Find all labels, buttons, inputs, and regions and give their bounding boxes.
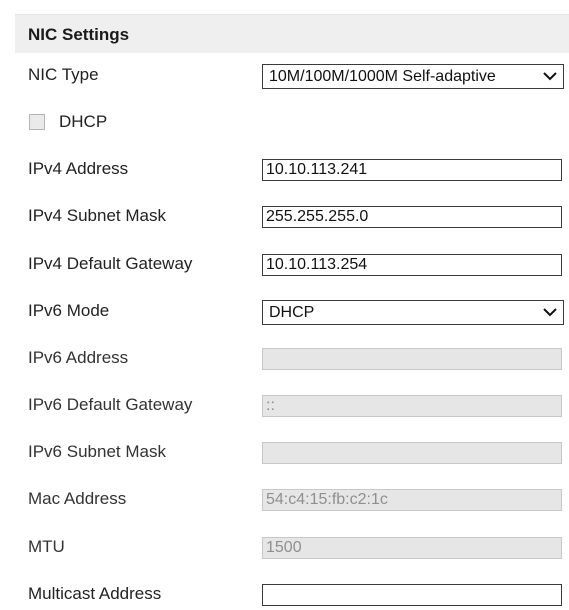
dhcp-checkbox[interactable] <box>29 114 45 130</box>
ipv6-gateway-label: IPv6 Default Gateway <box>28 395 193 414</box>
ipv6-subnet-label: IPv6 Subnet Mask <box>28 442 166 461</box>
ipv4-gateway-label: IPv4 Default Gateway <box>28 254 193 273</box>
dhcp-label: DHCP <box>59 112 108 131</box>
section-title: NIC Settings <box>28 25 130 44</box>
section-header: NIC Settings <box>15 14 569 53</box>
ipv6-gateway-input: :: <box>262 395 562 417</box>
nic-type-row: NIC Type 10M/100M/1000M Self-adaptive <box>15 61 569 91</box>
ipv4-subnet-label: IPv4 Subnet Mask <box>28 206 166 225</box>
ipv6-gateway-row: IPv6 Default Gateway :: <box>15 391 569 421</box>
multicast-row: Multicast Address <box>15 580 569 610</box>
multicast-label: Multicast Address <box>28 584 162 603</box>
dhcp-row: DHCP <box>15 108 569 138</box>
nic-type-select[interactable]: 10M/100M/1000M Self-adaptive <box>262 64 564 89</box>
ipv6-address-row: IPv6 Address <box>15 344 569 374</box>
multicast-input[interactable] <box>262 584 562 606</box>
nic-settings-panel: NIC Settings NIC Type 10M/100M/1000M Sel… <box>15 14 569 607</box>
nic-type-value: 10M/100M/1000M Self-adaptive <box>269 68 496 85</box>
nic-type-label: NIC Type <box>28 65 99 84</box>
ipv6-address-label: IPv6 Address <box>28 348 129 367</box>
mac-address-label: Mac Address <box>28 489 127 508</box>
ipv6-mode-value: DHCP <box>269 304 315 321</box>
mtu-row: MTU 1500 <box>15 533 569 563</box>
ipv6-subnet-row: IPv6 Subnet Mask <box>15 438 569 468</box>
ipv6-subnet-input <box>262 442 562 464</box>
ipv4-address-label: IPv4 Address <box>28 159 129 178</box>
chevron-down-icon <box>543 72 557 81</box>
chevron-down-icon <box>543 308 557 317</box>
ipv4-subnet-input[interactable]: 255.255.255.0 <box>262 206 562 228</box>
ipv4-gateway-input[interactable]: 10.10.113.254 <box>262 254 562 276</box>
mac-address-row: Mac Address 54:c4:15:fb:c2:1c <box>15 485 569 515</box>
ipv6-mode-label: IPv6 Mode <box>28 301 110 320</box>
mac-address-input: 54:c4:15:fb:c2:1c <box>262 489 562 511</box>
ipv6-address-input <box>262 348 562 370</box>
mtu-input: 1500 <box>262 537 562 559</box>
mtu-label: MTU <box>28 537 65 556</box>
ipv4-gateway-row: IPv4 Default Gateway 10.10.113.254 <box>15 250 569 280</box>
ipv4-address-row: IPv4 Address 10.10.113.241 <box>15 155 569 185</box>
ipv6-mode-row: IPv6 Mode DHCP <box>15 297 569 327</box>
ipv6-mode-select[interactable]: DHCP <box>262 300 564 325</box>
ipv4-subnet-row: IPv4 Subnet Mask 255.255.255.0 <box>15 202 569 232</box>
ipv4-address-input[interactable]: 10.10.113.241 <box>262 159 562 181</box>
